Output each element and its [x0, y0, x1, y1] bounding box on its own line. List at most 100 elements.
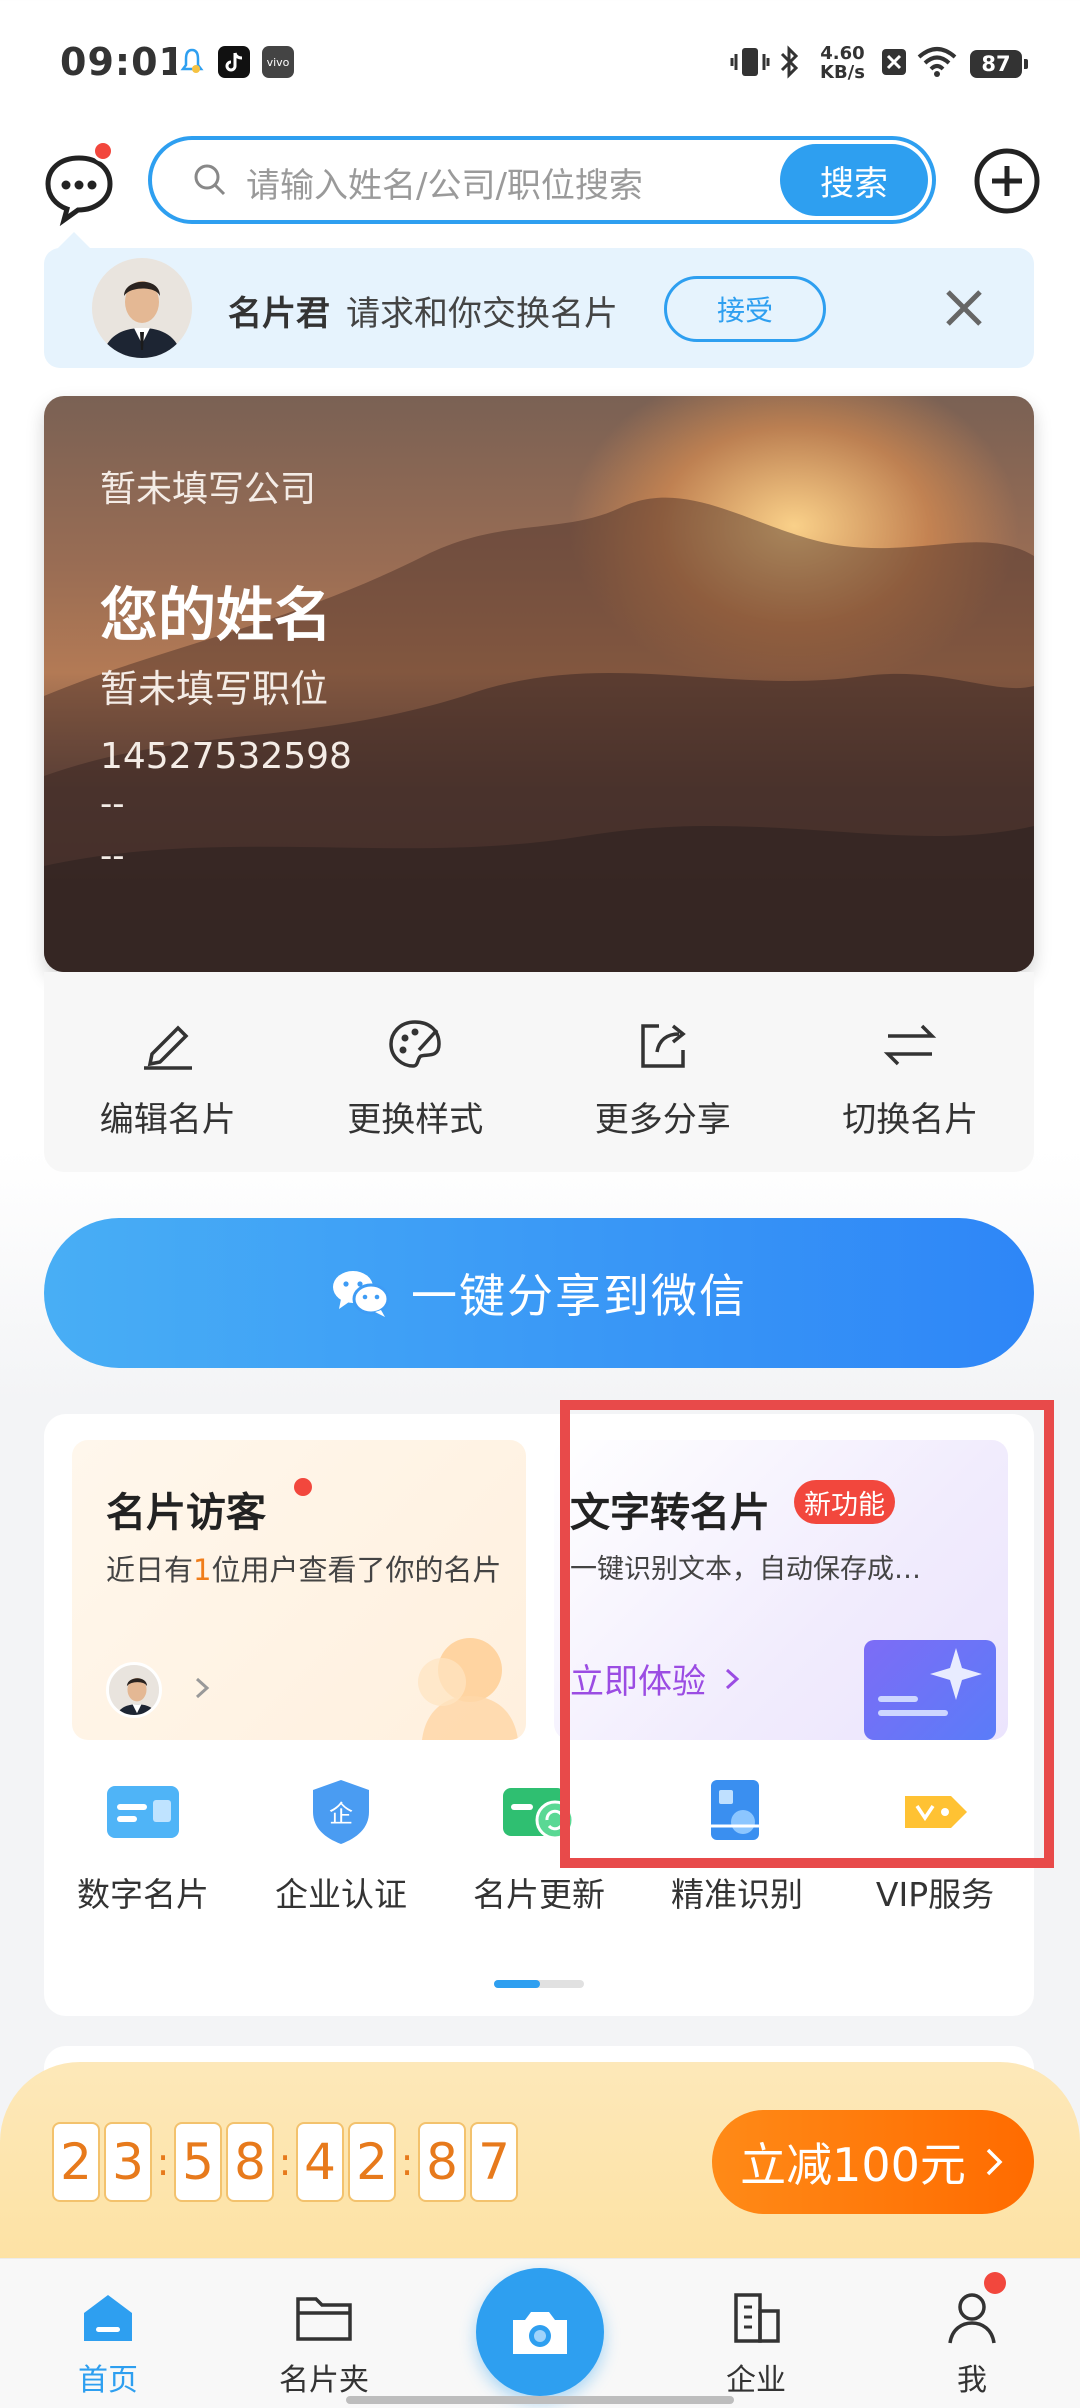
visitor-avatar — [106, 1662, 162, 1718]
visitors-count: 1 — [193, 1553, 212, 1587]
promo-banner[interactable]: 2 3 : 5 8 : 4 2 : 8 7 立减100元 — [0, 2062, 1080, 2262]
card-phone: 14527532598 — [100, 736, 352, 777]
more-share-label: 更多分享 — [594, 1100, 731, 1140]
search-button[interactable]: 搜索 — [780, 144, 928, 216]
wifi-icon — [916, 42, 958, 82]
countdown-digit: 3 — [104, 2122, 152, 2202]
requester-avatar — [92, 258, 192, 358]
me-unread-dot — [984, 2272, 1006, 2294]
network-speed: 4.60 KB/s — [820, 44, 865, 82]
scan-card-camera-button[interactable] — [476, 2268, 604, 2396]
battery-indicator: 87 — [970, 50, 1028, 78]
visitors-illustration — [418, 1638, 518, 1740]
digital-card-icon — [107, 1786, 179, 1838]
more-share-button[interactable]: 更多分享 — [539, 972, 787, 1172]
enterprise-verify-shortcut[interactable]: 企 企业认证 — [242, 1776, 440, 1926]
business-card[interactable]: 暂未填写公司 您的姓名 暂未填写职位 14527532598 -- -- — [44, 396, 1034, 972]
accept-button[interactable]: 接受 — [664, 276, 826, 342]
edit-card-label: 编辑名片 — [99, 1100, 236, 1140]
enterprise-verify-label: 企业认证 — [275, 1875, 407, 1914]
visitors-unread-dot — [294, 1478, 312, 1496]
notification-app-icon — [176, 46, 208, 78]
edit-card-button[interactable]: 编辑名片 — [44, 972, 292, 1172]
card-address: -- — [100, 836, 125, 876]
search-input[interactable]: 请输入姓名/公司/职位搜索 — [246, 158, 643, 207]
countdown-digit: 8 — [418, 2122, 466, 2202]
exchange-request-bar[interactable]: 名片君 请求和你交换名片 接受 — [44, 248, 1034, 368]
change-style-label: 更换样式 — [347, 1100, 484, 1140]
svg-text:企: 企 — [329, 1800, 353, 1828]
nav-me-label: 我 — [957, 2363, 987, 2398]
user-icon — [948, 2293, 996, 2344]
nav-card-folder[interactable]: 名片夹 — [244, 2259, 404, 2408]
bluetooth-icon — [776, 42, 804, 82]
nav-me[interactable]: 我 — [892, 2259, 1052, 2408]
home-icon — [84, 2295, 132, 2341]
nav-home[interactable]: 首页 — [28, 2259, 188, 2408]
card-visitors-tile[interactable]: 名片访客 近日有1位用户查看了你的名片 — [72, 1440, 526, 1740]
status-time: 09:01 — [60, 40, 186, 84]
tiktok-icon — [218, 46, 250, 78]
switch-card-label: 切换名片 — [842, 1100, 979, 1140]
countdown-separator: : — [278, 2140, 292, 2184]
network-speed-value: 4.60 — [820, 43, 865, 64]
countdown-digit: 2 — [52, 2122, 100, 2202]
home-indicator — [346, 2396, 734, 2404]
vip-service-label: VIP服务 — [875, 1875, 995, 1914]
enterprise-verify-icon: 企 — [313, 1780, 369, 1844]
palette-icon — [389, 1020, 442, 1068]
share-icon — [641, 1024, 686, 1068]
folder-icon — [296, 2297, 352, 2341]
requester-name: 名片君 — [228, 294, 330, 334]
wechat-icon — [333, 1271, 390, 1317]
sim-off-icon — [880, 42, 908, 82]
card-update-label: 名片更新 — [473, 1875, 605, 1914]
share-wechat-label: 一键分享到微信 — [411, 1269, 747, 1323]
switch-card-button[interactable]: 切换名片 — [787, 972, 1035, 1172]
card-actions: 编辑名片 更换样式 更多分享 切换名片 — [44, 972, 1034, 1172]
nav-enterprise[interactable]: 企业 — [676, 2259, 836, 2408]
plus-circle-icon — [974, 148, 1040, 214]
change-style-button[interactable]: 更换样式 — [292, 972, 540, 1172]
swap-icon — [884, 1024, 937, 1066]
countdown-digit: 4 — [296, 2122, 344, 2202]
vivo-icon: vivo — [262, 46, 294, 78]
visitors-desc: 近日有1位用户查看了你的名片 — [106, 1552, 506, 1588]
vibrate-icon — [730, 42, 770, 82]
unread-dot — [92, 140, 114, 162]
chevron-right-icon — [986, 2148, 1003, 2176]
chevron-right-icon — [188, 1674, 216, 1702]
discount-label: 立减100元 — [740, 2138, 966, 2192]
visitors-desc-prefix: 近日有 — [106, 1553, 194, 1587]
add-button[interactable] — [972, 146, 1042, 216]
request-text: 请求和你交换名片 — [346, 294, 618, 334]
countdown-digit: 7 — [470, 2122, 518, 2202]
visitors-desc-suffix: 位用户查看了你的名片 — [211, 1553, 502, 1587]
countdown-digit: 2 — [348, 2122, 396, 2202]
card-email: -- — [100, 784, 125, 824]
nav-home-label: 首页 — [78, 2363, 138, 2398]
share-wechat-button[interactable]: 一键分享到微信 — [44, 1218, 1034, 1368]
card-name: 您的姓名 — [100, 581, 333, 649]
highlight-annotation — [560, 1400, 1054, 1868]
countdown-digit: 8 — [226, 2122, 274, 2202]
digital-card-shortcut[interactable]: 数字名片 — [44, 1776, 242, 1926]
dismiss-request-button[interactable] — [934, 278, 994, 338]
countdown-separator: : — [400, 2140, 414, 2184]
countdown-digit: 5 — [174, 2122, 222, 2202]
precise-recognition-label: 精准识别 — [671, 1875, 803, 1914]
search-icon — [192, 162, 228, 198]
card-company: 暂未填写公司 — [100, 469, 317, 510]
search-box[interactable]: 请输入姓名/公司/职位搜索 搜索 — [148, 136, 936, 224]
close-icon — [946, 290, 982, 326]
pencil-icon — [143, 1025, 192, 1070]
network-speed-unit: KB/s — [820, 62, 865, 83]
card-position: 暂未填写职位 — [100, 667, 329, 711]
discount-button[interactable]: 立减100元 — [712, 2110, 1034, 2214]
nav-card-folder-label: 名片夹 — [279, 2363, 369, 2398]
nav-enterprise-label: 企业 — [726, 2363, 786, 2398]
page-indicator-active — [494, 1980, 540, 1988]
visitors-title: 名片访客 — [106, 1490, 266, 1536]
status-bar: 09:01 vivo 4.60 KB/s 87 — [0, 0, 1080, 130]
digital-card-label: 数字名片 — [77, 1875, 209, 1914]
